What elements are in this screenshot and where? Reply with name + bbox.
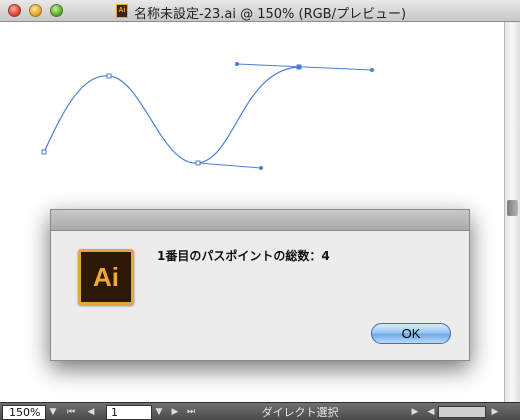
status-bar: 150% ▼ ⏮ ◀ 1 ▼ ▶ ⏭ ダイレクト選択 ▶ ◀ ▶ [0, 402, 520, 420]
handle-point[interactable] [370, 68, 374, 72]
vertical-scroll-thumb[interactable] [507, 200, 518, 216]
dialog-message: 1番目のパスポイントの総数：4 [157, 249, 330, 263]
zoom-dropdown-icon[interactable]: ▼ [46, 405, 60, 420]
illustrator-app-icon: Ai [78, 249, 134, 305]
window-title: 名称未設定-23.ai @ 150% (RGB/プレビュー) [134, 7, 407, 22]
handle-line [236, 63, 373, 71]
anchor-point-selected[interactable] [296, 64, 302, 70]
anchor-point[interactable] [106, 73, 112, 79]
scroll-right-icon[interactable]: ▶ [488, 405, 502, 420]
ok-button[interactable]: OK [371, 323, 451, 344]
first-page-icon[interactable]: ⏮ [64, 405, 78, 420]
previous-page-icon[interactable]: ◀ [84, 405, 98, 420]
dialog-title-bar[interactable] [51, 210, 469, 231]
handle-line [197, 162, 262, 169]
document-icon: Ai [116, 4, 128, 18]
scroll-left-icon[interactable]: ◀ [424, 405, 438, 420]
app-icon-label: Ai [93, 262, 119, 292]
alert-dialog: Ai 1番目のパスポイントの総数：4 OK [50, 209, 470, 361]
anchor-point[interactable] [195, 160, 201, 166]
current-tool-label: ダイレクト選択 [261, 406, 339, 419]
zoom-level-field[interactable]: 150% [2, 405, 46, 420]
anchor-point[interactable] [41, 149, 47, 155]
vertical-scrollbar[interactable] [504, 22, 520, 402]
close-window-button[interactable] [8, 4, 21, 17]
handle-point[interactable] [235, 62, 239, 66]
minimize-window-button[interactable] [29, 4, 42, 17]
bezier-path[interactable] [43, 66, 300, 164]
window-title-bar: Ai 名称未設定-23.ai @ 150% (RGB/プレビュー) [0, 0, 520, 22]
page-number-field[interactable]: 1 [106, 405, 152, 420]
page-dropdown-icon[interactable]: ▼ [152, 405, 166, 420]
status-menu-icon[interactable]: ▶ [408, 405, 422, 420]
horizontal-scrollbar[interactable] [438, 406, 486, 418]
handle-point[interactable] [259, 166, 263, 170]
next-page-icon[interactable]: ▶ [168, 405, 182, 420]
zoom-window-button[interactable] [50, 4, 63, 17]
